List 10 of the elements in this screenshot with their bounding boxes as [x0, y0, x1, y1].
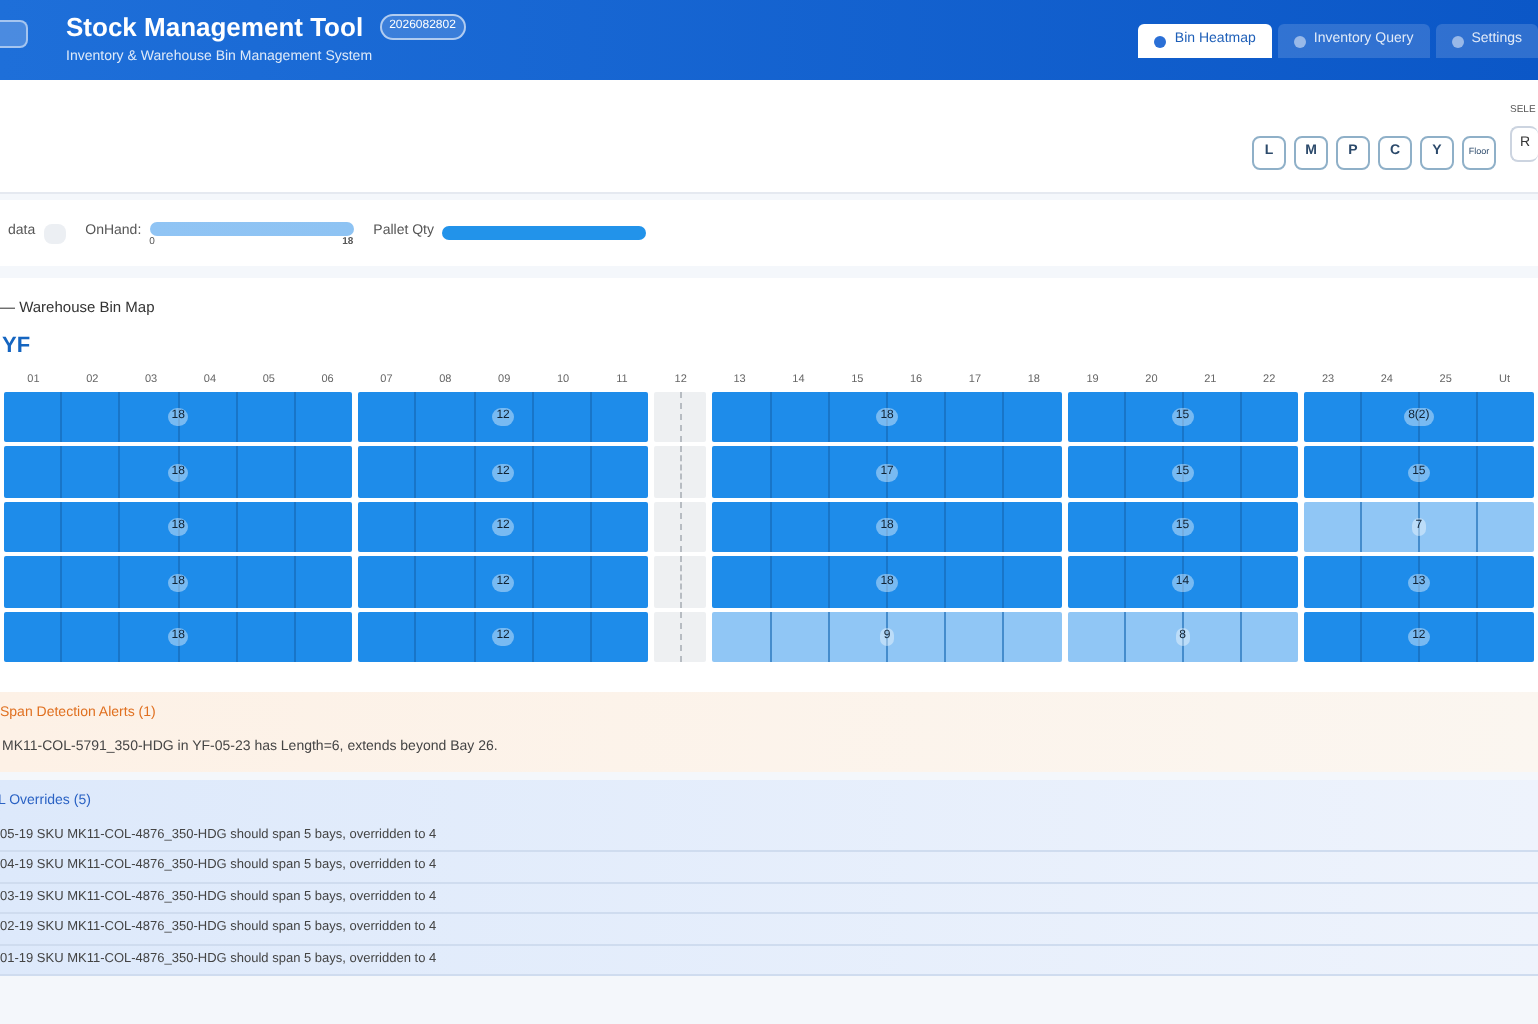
app-title: Stock Management Tool	[66, 11, 364, 44]
empty-bin[interactable]	[653, 611, 707, 663]
empty-bin[interactable]	[653, 501, 707, 553]
tab-icon	[1154, 35, 1167, 47]
empty-bin[interactable]	[653, 391, 707, 443]
tab-icon	[1451, 35, 1464, 47]
empty-bin[interactable]	[653, 446, 707, 498]
tab-icon	[1293, 35, 1306, 47]
zone-label: YF	[2, 332, 33, 363]
empty-bin[interactable]	[653, 556, 707, 608]
